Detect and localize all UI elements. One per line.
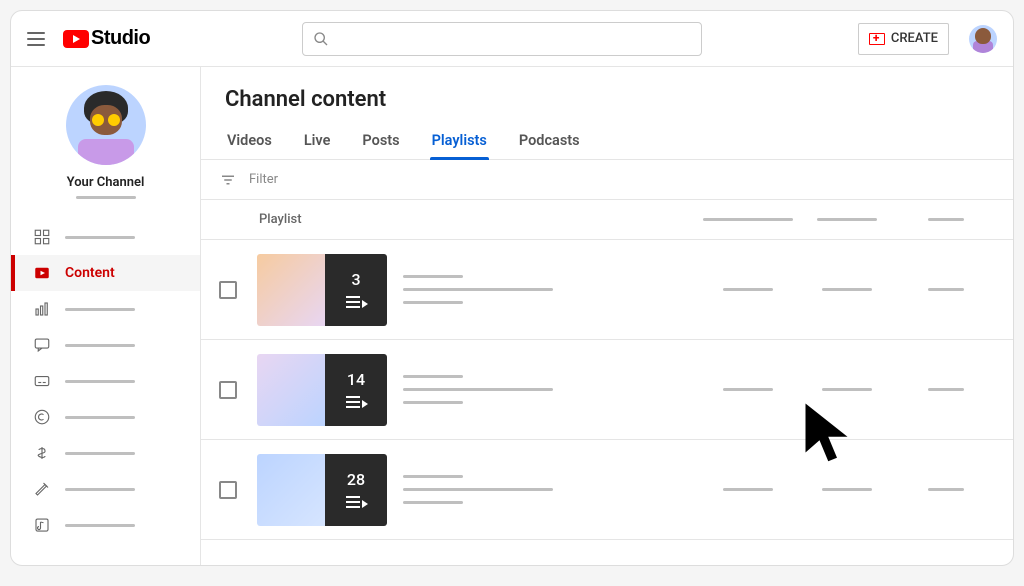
playlist-count-badge: 14 bbox=[325, 354, 387, 426]
sidebar-item-copyright[interactable] bbox=[11, 399, 200, 435]
sidebar-item-label bbox=[65, 488, 135, 491]
cell-placeholder bbox=[896, 288, 995, 291]
tab-playlists[interactable]: Playlists bbox=[430, 122, 489, 159]
customize-icon bbox=[33, 480, 51, 498]
table-row[interactable]: 14 bbox=[201, 340, 1013, 440]
sidebar-item-content[interactable]: Content bbox=[11, 255, 200, 291]
playlist-count: 28 bbox=[347, 470, 365, 489]
brand-text: Studio bbox=[91, 27, 150, 50]
row-checkbox[interactable] bbox=[219, 481, 237, 499]
subtitles-icon bbox=[33, 372, 51, 390]
sidebar-nav: Content bbox=[11, 219, 200, 543]
cell-placeholder bbox=[896, 488, 995, 491]
sidebar: Your Channel Content bbox=[11, 67, 201, 565]
col-placeholder-b[interactable] bbox=[798, 218, 897, 221]
sidebar-item-label bbox=[65, 524, 135, 527]
cell-placeholder bbox=[798, 288, 897, 291]
playlist-thumbnail[interactable]: 28 bbox=[257, 454, 387, 526]
sidebar-item-subtitles[interactable] bbox=[11, 363, 200, 399]
row-checkbox[interactable] bbox=[219, 281, 237, 299]
playlist-icon bbox=[346, 295, 366, 309]
playlist-meta bbox=[403, 275, 553, 304]
sidebar-item-label bbox=[65, 452, 135, 455]
channel-avatar[interactable] bbox=[66, 85, 146, 165]
content-tabs: Videos Live Posts Playlists Podcasts bbox=[201, 122, 1013, 160]
sidebar-item-analytics[interactable] bbox=[11, 291, 200, 327]
table-row[interactable]: 28 bbox=[201, 440, 1013, 540]
create-button[interactable]: CREATE bbox=[858, 23, 949, 55]
search-box[interactable] bbox=[302, 22, 702, 56]
row-checkbox[interactable] bbox=[219, 381, 237, 399]
cell-placeholder bbox=[896, 388, 995, 391]
tab-live[interactable]: Live bbox=[302, 122, 333, 159]
playlist-count: 3 bbox=[351, 270, 360, 289]
filter-bar[interactable]: Filter bbox=[201, 160, 1013, 200]
content-icon bbox=[33, 264, 51, 282]
brand-logo[interactable]: Studio bbox=[63, 27, 150, 50]
sidebar-item-audio[interactable] bbox=[11, 507, 200, 543]
analytics-icon bbox=[33, 300, 51, 318]
dashboard-icon bbox=[33, 228, 51, 246]
menu-icon[interactable] bbox=[27, 27, 51, 51]
col-placeholder-c[interactable] bbox=[896, 218, 995, 221]
playlist-thumbnail[interactable]: 3 bbox=[257, 254, 387, 326]
tab-videos[interactable]: Videos bbox=[225, 122, 274, 159]
playlist-count-badge: 3 bbox=[325, 254, 387, 326]
filter-label: Filter bbox=[249, 172, 278, 187]
playlist-meta bbox=[403, 375, 553, 404]
sidebar-item-label bbox=[65, 380, 135, 383]
sidebar-item-label: Content bbox=[65, 265, 115, 281]
search-icon bbox=[313, 31, 329, 47]
playlist-icon bbox=[346, 395, 366, 409]
account-avatar[interactable] bbox=[969, 25, 997, 53]
tab-podcasts[interactable]: Podcasts bbox=[517, 122, 582, 159]
sidebar-item-label bbox=[65, 344, 135, 347]
main-content: Channel content Videos Live Posts Playli… bbox=[201, 67, 1013, 565]
cell-placeholder bbox=[699, 388, 798, 391]
sidebar-item-label bbox=[65, 416, 135, 419]
sidebar-item-comments[interactable] bbox=[11, 327, 200, 363]
cell-placeholder bbox=[699, 488, 798, 491]
channel-name: Your Channel bbox=[67, 175, 145, 190]
cell-placeholder bbox=[798, 388, 897, 391]
col-playlist[interactable]: Playlist bbox=[259, 212, 699, 227]
create-icon bbox=[869, 33, 885, 45]
search-input[interactable] bbox=[337, 31, 691, 47]
tab-posts[interactable]: Posts bbox=[360, 122, 401, 159]
app-header: Studio CREATE bbox=[11, 11, 1013, 67]
playlist-meta bbox=[403, 475, 553, 504]
copyright-icon bbox=[33, 408, 51, 426]
playlist-count: 14 bbox=[347, 370, 365, 389]
playlist-icon bbox=[346, 495, 366, 509]
create-label: CREATE bbox=[891, 31, 938, 46]
table-header: Playlist bbox=[201, 200, 1013, 240]
table-row[interactable]: 3 bbox=[201, 240, 1013, 340]
audio-icon bbox=[33, 516, 51, 534]
col-placeholder-a[interactable] bbox=[699, 218, 798, 221]
playlist-count-badge: 28 bbox=[325, 454, 387, 526]
page-title: Channel content bbox=[201, 67, 1013, 122]
sidebar-item-earn[interactable] bbox=[11, 435, 200, 471]
earn-icon bbox=[33, 444, 51, 462]
sidebar-item-customize[interactable] bbox=[11, 471, 200, 507]
sidebar-item-dashboard[interactable] bbox=[11, 219, 200, 255]
sidebar-item-label bbox=[65, 308, 135, 311]
youtube-play-icon bbox=[63, 30, 89, 48]
comments-icon bbox=[33, 336, 51, 354]
channel-subtitle-placeholder bbox=[76, 196, 136, 199]
playlist-thumbnail[interactable]: 14 bbox=[257, 354, 387, 426]
sidebar-item-label bbox=[65, 236, 135, 239]
cell-placeholder bbox=[798, 488, 897, 491]
cell-placeholder bbox=[699, 288, 798, 291]
filter-icon bbox=[219, 171, 237, 189]
